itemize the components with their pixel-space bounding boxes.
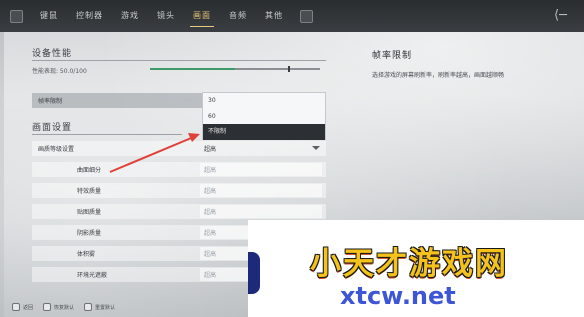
watermark-logo-en: xtcw.net [340, 282, 456, 310]
bottom-hints: 返回 恢复默认 重置默认 [12, 303, 125, 311]
hint-reset-default[interactable]: 重置默认 [95, 304, 115, 311]
watermark-logo-cn: 小天才游戏网 [310, 246, 508, 282]
watermark-panel: 小天才游戏网 xtcw.net [248, 220, 584, 317]
hint-back[interactable]: 返回 [23, 304, 33, 311]
watermark-edge-shape [248, 252, 260, 294]
key-hint-icon [84, 303, 93, 311]
hint-restore-default[interactable]: 恢复默认 [54, 304, 74, 311]
description-title: 帧率限制 [372, 51, 413, 61]
description-text: 选择游戏的屏幕刷新率，刷新率越高，画面越顺畅 [372, 72, 505, 79]
key-hint-icon [43, 303, 52, 311]
key-hint-icon [12, 303, 20, 311]
